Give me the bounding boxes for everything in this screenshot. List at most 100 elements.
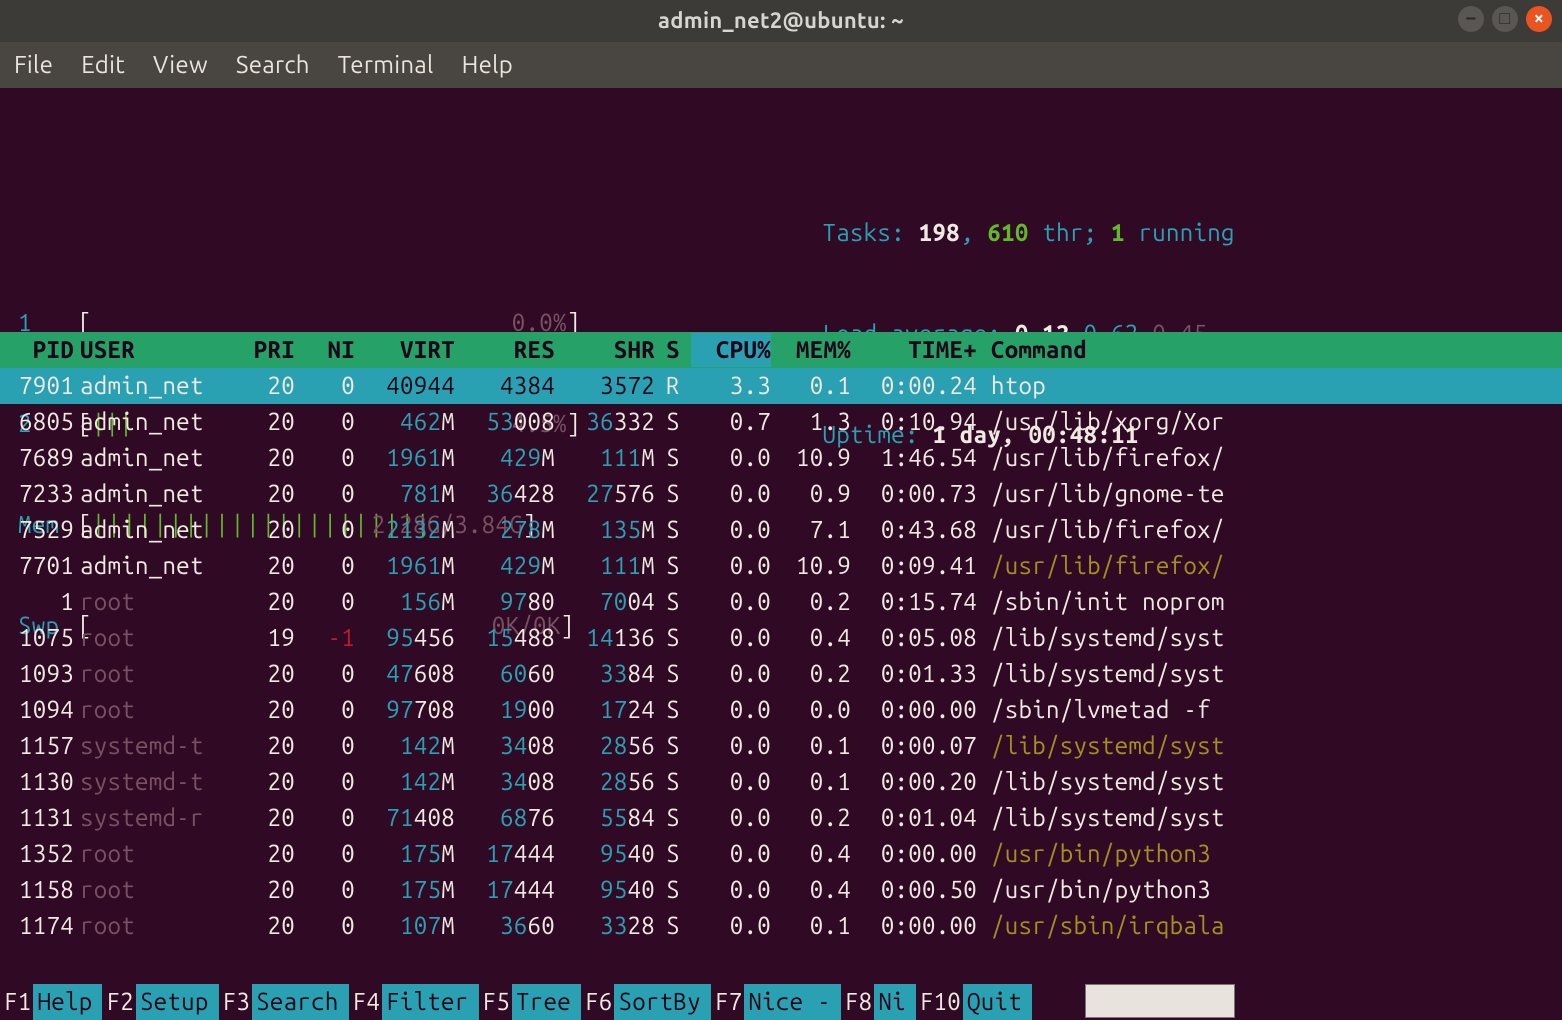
header-pri[interactable]: PRI (235, 333, 295, 367)
cell-mem: 0.4 (771, 837, 851, 871)
cell-cpu: 0.0 (691, 693, 771, 727)
cell-state: S (655, 909, 691, 943)
cell-shr: 135M (555, 513, 655, 547)
cell-ni: 0 (295, 549, 355, 583)
header-ni[interactable]: NI (295, 333, 355, 367)
table-row[interactable]: 1root200156M97807004S0.00.20:15.74/sbin/… (0, 584, 1562, 620)
table-row[interactable]: 7701admin_net2001961M429M111MS0.010.90:0… (0, 548, 1562, 584)
fkey-f6[interactable]: F6SortBy (581, 984, 711, 1020)
menu-view[interactable]: View (153, 48, 208, 82)
table-row[interactable]: 7901admin_net2004094443843572R3.30.10:00… (0, 368, 1562, 404)
table-row[interactable]: 1352root200175M174449540S0.00.40:00.00/u… (0, 836, 1562, 872)
cell-command: /sbin/lvmetad -f (991, 693, 1562, 727)
table-row[interactable]: 7233admin_net200781M3642827576S0.00.90:0… (0, 476, 1562, 512)
cell-shr: 27576 (555, 477, 655, 511)
fkey-key: F8 (841, 985, 874, 1019)
fkey-label: Setup (136, 984, 219, 1020)
menu-help[interactable]: Help (462, 48, 514, 82)
cell-cpu: 0.0 (691, 909, 771, 943)
cell-shr: 111M (555, 441, 655, 475)
fkey-f1[interactable]: F1Help (0, 984, 102, 1020)
fkey-label: Filter (382, 984, 478, 1020)
table-row[interactable]: 6805admin_net200462M5300836332S0.71.30:1… (0, 404, 1562, 440)
cell-res: 429M (455, 549, 555, 583)
table-row[interactable]: 1130systemd-t200142M34082856S0.00.10:00.… (0, 764, 1562, 800)
cell-res: 1900 (455, 693, 555, 727)
fkey-f3[interactable]: F3Search (219, 984, 349, 1020)
table-row[interactable]: 1158root200175M174449540S0.00.40:00.50/u… (0, 872, 1562, 908)
cell-virt: 1961M (355, 549, 455, 583)
cell-user: root (80, 585, 235, 619)
fkey-f7[interactable]: F7Nice - (711, 984, 841, 1020)
cell-res: 36428 (455, 477, 555, 511)
fkey-label: SortBy (614, 984, 710, 1020)
header-cmd[interactable]: Command (991, 333, 1562, 367)
cell-command: /usr/lib/gnome-te (991, 477, 1562, 511)
minimize-button[interactable]: – (1458, 6, 1484, 32)
fkey-f8[interactable]: F8Ni (841, 984, 916, 1020)
table-row[interactable]: 7529admin_net2002132M278M135MS0.07.10:43… (0, 512, 1562, 548)
cell-pid: 1093 (10, 657, 80, 691)
cell-state: S (655, 585, 691, 619)
fkey-f4[interactable]: F4Filter (349, 984, 479, 1020)
process-table-header[interactable]: PID USER PRI NI VIRT RES SHR S CPU% MEM%… (0, 332, 1562, 368)
header-cpu[interactable]: CPU% (691, 333, 771, 367)
header-time[interactable]: TIME+ (851, 333, 991, 367)
cell-pri: 20 (235, 369, 295, 403)
menu-file[interactable]: File (14, 48, 53, 82)
cell-user: systemd-t (80, 729, 235, 763)
cell-pri: 20 (235, 585, 295, 619)
fkey-key: F2 (102, 985, 135, 1019)
table-row[interactable]: 1093root2004760860603384S0.00.20:01.33/l… (0, 656, 1562, 692)
cell-user: root (80, 693, 235, 727)
cell-user: systemd-r (80, 801, 235, 835)
table-row[interactable]: 1075root19-1954561548814136S0.00.40:05.0… (0, 620, 1562, 656)
fkey-f2[interactable]: F2Setup (102, 984, 218, 1020)
table-row[interactable]: 1094root2009770819001724S0.00.00:00.00/s… (0, 692, 1562, 728)
cell-ni: -1 (295, 621, 355, 655)
cell-ni: 0 (295, 477, 355, 511)
cell-user: root (80, 873, 235, 907)
header-s[interactable]: S (655, 333, 691, 367)
cell-ni: 0 (295, 909, 355, 943)
menu-edit[interactable]: Edit (81, 48, 125, 82)
table-row[interactable]: 1157systemd-t200142M34082856S0.00.10:00.… (0, 728, 1562, 764)
cell-time: 0:00.00 (851, 693, 991, 727)
header-shr[interactable]: SHR (555, 333, 655, 367)
table-row[interactable]: 7689admin_net2001961M429M111MS0.010.91:4… (0, 440, 1562, 476)
window-title: admin_net2@ubuntu: ~ (658, 6, 904, 37)
cell-pid: 7901 (10, 369, 80, 403)
header-pid[interactable]: PID (10, 333, 80, 367)
cell-command: /lib/systemd/syst (991, 765, 1562, 799)
close-button[interactable]: × (1526, 6, 1552, 32)
header-mem[interactable]: MEM% (771, 333, 851, 367)
cell-cpu: 0.0 (691, 837, 771, 871)
cell-virt: 40944 (355, 369, 455, 403)
cell-virt: 462M (355, 405, 455, 439)
maximize-button[interactable]: □ (1492, 6, 1518, 32)
cell-command: /usr/lib/firefox/ (991, 549, 1562, 583)
cell-pri: 20 (235, 729, 295, 763)
cell-ni: 0 (295, 693, 355, 727)
table-row[interactable]: 1131systemd-r2007140868765584S0.00.20:01… (0, 800, 1562, 836)
fkey-label: Ni (874, 984, 915, 1020)
header-res[interactable]: RES (455, 333, 555, 367)
fkey-f10[interactable]: F10Quit (916, 984, 1032, 1020)
cell-cpu: 0.0 (691, 513, 771, 547)
header-user[interactable]: USER (80, 333, 235, 367)
fkey-f5[interactable]: F5Tree (479, 984, 581, 1020)
cell-mem: 0.1 (771, 369, 851, 403)
menu-search[interactable]: Search (236, 48, 310, 82)
table-row[interactable]: 1174root200107M36603328S0.00.10:00.00/us… (0, 908, 1562, 944)
cell-pid: 1 (10, 585, 80, 619)
menu-terminal[interactable]: Terminal (338, 48, 434, 82)
cell-shr: 2856 (555, 765, 655, 799)
cell-user: admin_net (80, 549, 235, 583)
cell-pri: 20 (235, 657, 295, 691)
cell-ni: 0 (295, 765, 355, 799)
cell-time: 0:01.33 (851, 657, 991, 691)
header-virt[interactable]: VIRT (355, 333, 455, 367)
cell-user: root (80, 621, 235, 655)
cell-mem: 1.3 (771, 405, 851, 439)
cell-ni: 0 (295, 405, 355, 439)
